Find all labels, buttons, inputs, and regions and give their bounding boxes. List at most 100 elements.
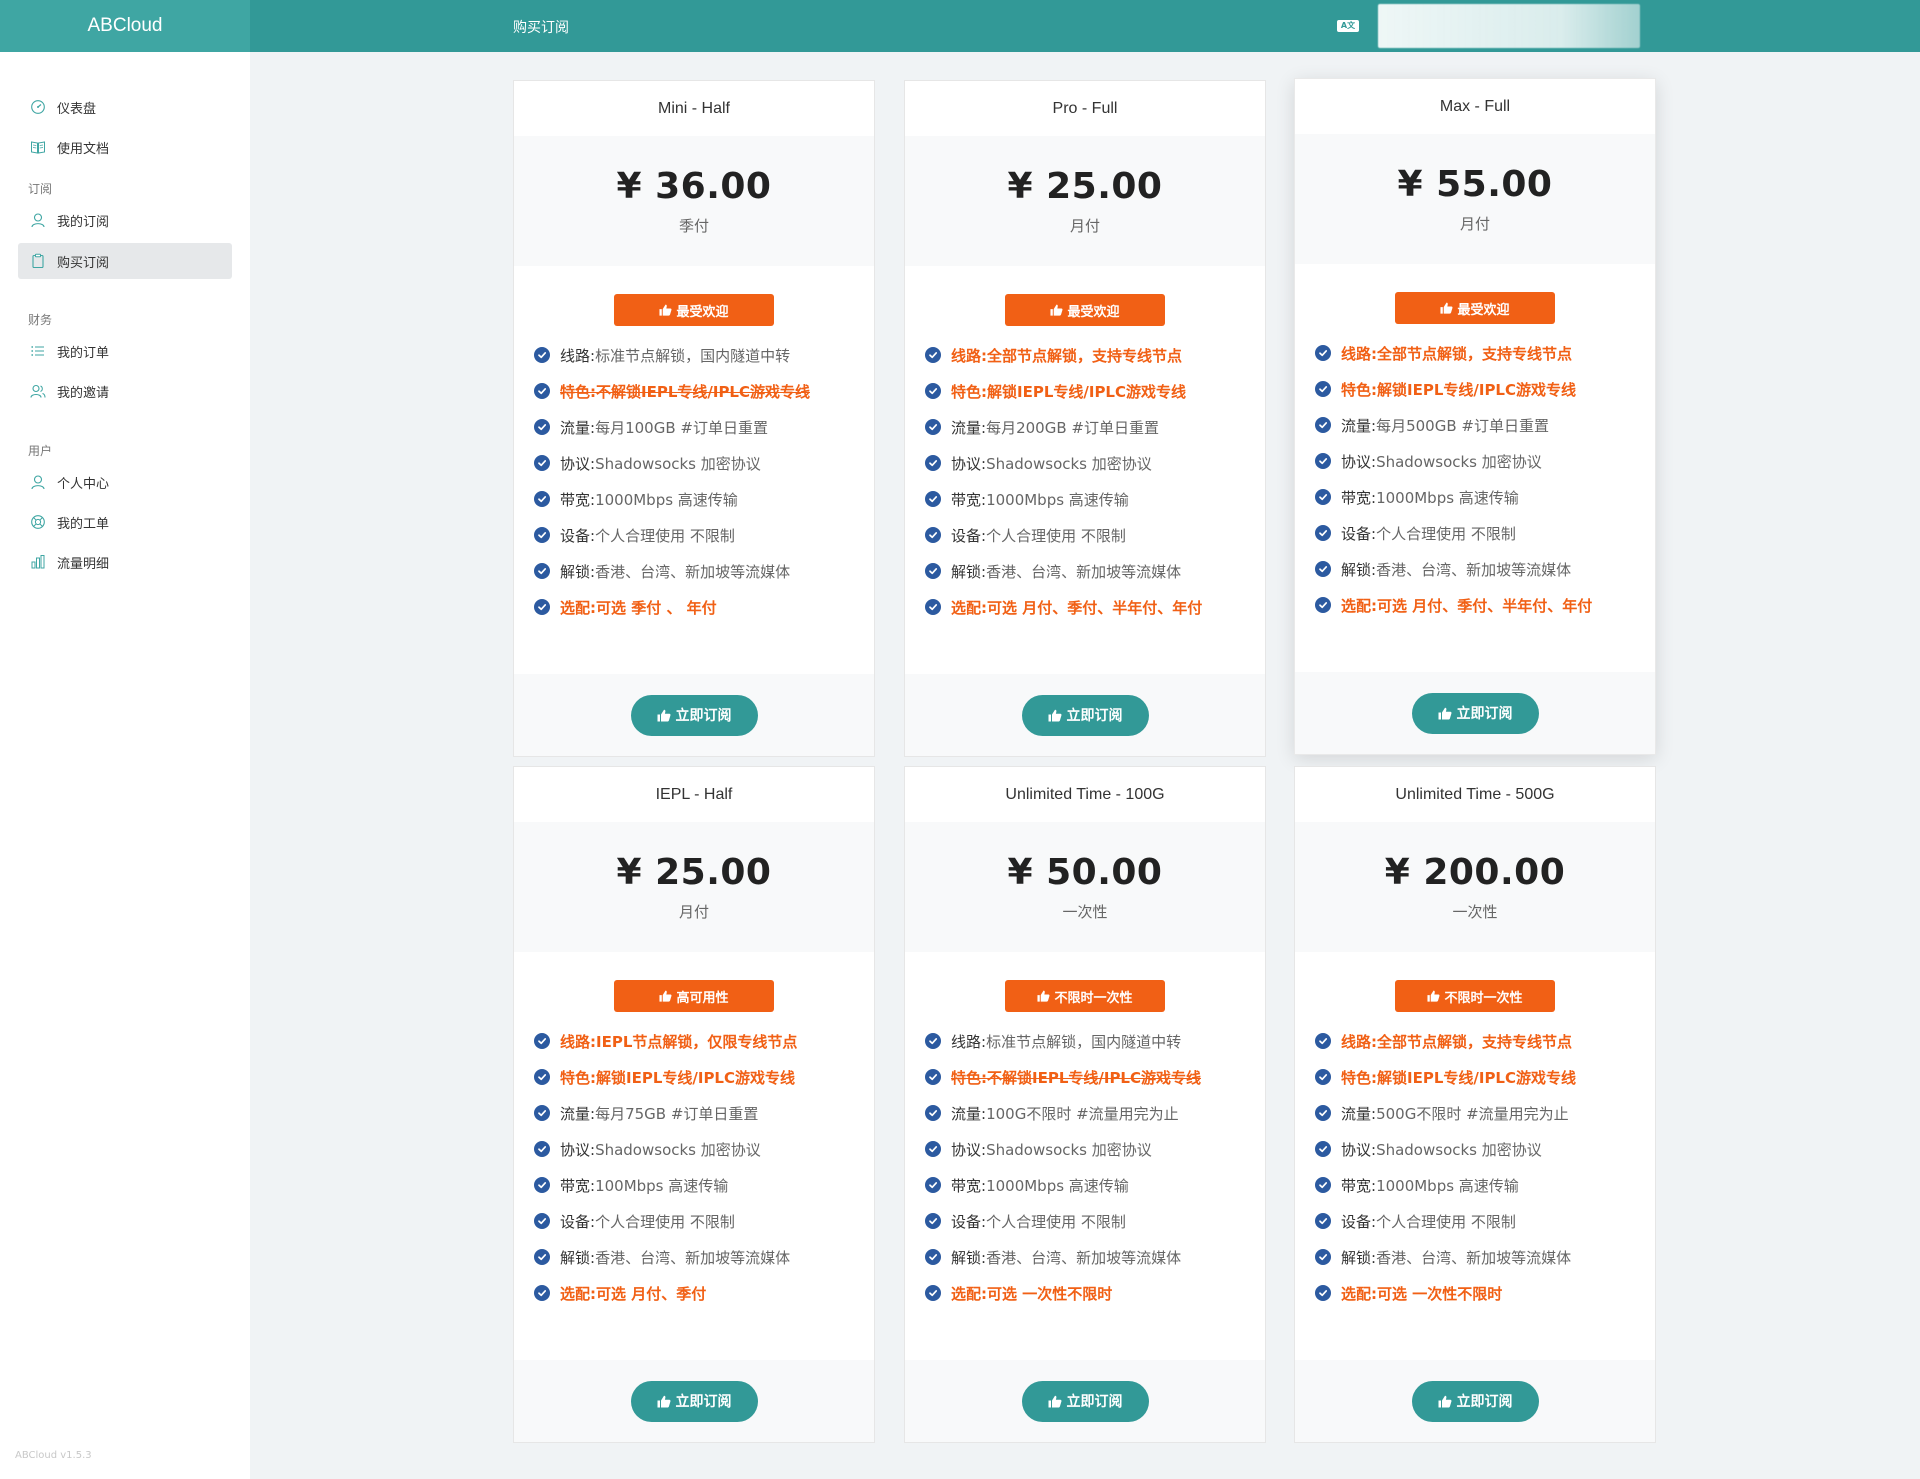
sidebar-item-docs[interactable]: 使用文档: [18, 129, 232, 165]
feature-key: 选配:: [951, 598, 987, 617]
feature-key: 线路:: [951, 1032, 987, 1051]
subscribe-button[interactable]: 立即订阅: [1021, 694, 1149, 736]
feature-value: 个人合理使用 不限制: [1376, 524, 1516, 543]
subscribe-button[interactable]: 立即订阅: [1411, 692, 1539, 734]
feature-item: 解锁: 香港、台湾、新加坡等流媒体: [925, 1239, 1265, 1275]
feature-value: Shadowsocks 加密协议: [986, 1140, 1152, 1159]
price-block: ¥ 36.00 季付: [514, 136, 874, 266]
feature-value: 每月500GB #订单日重置: [1376, 416, 1549, 435]
subscribe-button[interactable]: 立即订阅: [1021, 1380, 1149, 1422]
check-circle-icon: [534, 491, 550, 507]
book-icon: [30, 139, 46, 155]
check-circle-icon: [925, 491, 941, 507]
check-circle-icon: [1315, 1105, 1331, 1121]
sidebar-item-buy-subscription[interactable]: 购买订阅: [18, 243, 232, 279]
feature-item: 带宽: 1000Mbps 高速传输: [534, 481, 874, 517]
badge-label: 不限时一次性: [1444, 990, 1523, 1006]
badge-label: 最受欢迎: [1067, 304, 1120, 320]
language-switch-icon[interactable]: A文: [1337, 20, 1359, 32]
person-icon: [30, 474, 46, 490]
feature-value: Shadowsocks 加密协议: [595, 454, 761, 473]
plan-name: Pro - Full: [1052, 100, 1118, 117]
subscribe-label: 立即订阅: [675, 1394, 732, 1410]
plan-badge: 不限时一次性: [1005, 980, 1165, 1012]
sidebar-item-dashboard[interactable]: 仪表盘: [18, 89, 232, 125]
feature-value: 100G不限时 #流量用完为止: [986, 1104, 1179, 1123]
subscribe-button[interactable]: 立即订阅: [630, 694, 758, 736]
check-circle-icon: [925, 599, 941, 615]
feature-item: 特色: 解锁IEPL专线/IPLC游戏专线: [1315, 371, 1655, 407]
feature-key: 协议:: [1341, 452, 1377, 471]
feature-value: 解锁IEPL专线/IPLC游戏专线: [1377, 1068, 1576, 1087]
check-circle-icon: [534, 527, 550, 543]
feature-value: 标准节点解锁，国内隧道中转: [595, 346, 791, 365]
subscribe-button[interactable]: 立即订阅: [1411, 1380, 1539, 1422]
feature-item: 设备: 个人合理使用 不限制: [925, 1203, 1265, 1239]
feature-item: 选配: 可选 一次性不限时: [1315, 1275, 1655, 1311]
feature-item: 线路: 全部节点解锁，支持专线节点: [1315, 335, 1655, 371]
top-header: ABCloud 购买订阅 A文: [0, 0, 1920, 52]
feature-key: 选配:: [560, 598, 596, 617]
check-circle-icon: [534, 455, 550, 471]
feature-value: 解锁IEPL专线/IPLC游戏专线: [987, 382, 1186, 401]
check-circle-icon: [925, 563, 941, 579]
sidebar-item-my-orders[interactable]: 我的订单: [18, 333, 232, 369]
feature-value: 香港、台湾、新加坡等流媒体: [595, 1248, 791, 1267]
feature-item: 协议: Shadowsocks 加密协议: [534, 445, 874, 481]
feature-value: 解锁IEPL专线/IPLC游戏专线: [1377, 380, 1576, 399]
plan-period: 月付: [1459, 215, 1490, 233]
sidebar-item-label: 我的邀请: [57, 385, 110, 401]
feature-item: 线路: 标准节点解锁，国内隧道中转: [534, 337, 874, 373]
badge-label: 最受欢迎: [1457, 302, 1510, 318]
check-circle-icon: [925, 1069, 941, 1085]
feature-value: 每月75GB #订单日重置: [595, 1104, 759, 1123]
feature-key: 带宽:: [951, 1176, 987, 1195]
feature-item: 线路: IEPL节点解锁，仅限专线节点: [534, 1023, 874, 1059]
users-icon: [30, 383, 46, 399]
subscribe-label: 立即订阅: [1456, 706, 1513, 722]
sidebar-item-label: 使用文档: [57, 141, 110, 157]
feature-list: 线路: 全部节点解锁，支持专线节点 特色: 解锁IEPL专线/IPLC游戏专线 …: [1295, 1012, 1655, 1311]
sidebar-item-my-invites[interactable]: 我的邀请: [18, 373, 232, 409]
feature-item: 协议: Shadowsocks 加密协议: [1315, 443, 1655, 479]
feature-item: 选配: 可选 月付、季付、半年付、年付: [1315, 587, 1655, 623]
card-footer: 立即订阅: [1295, 1360, 1655, 1442]
feature-item: 协议: Shadowsocks 加密协议: [925, 1131, 1265, 1167]
feature-value: 每月200GB #订单日重置: [986, 418, 1159, 437]
subscribe-button[interactable]: 立即订阅: [630, 1380, 758, 1422]
feature-value: 全部节点解锁，支持专线节点: [987, 346, 1183, 365]
plan-period: 月付: [1069, 217, 1100, 235]
thumbs-up-icon: [1438, 1395, 1452, 1408]
check-circle-icon: [1315, 1285, 1331, 1301]
thumbs-up-icon: [659, 990, 672, 1002]
feature-key: 特色:: [951, 1068, 987, 1087]
feature-value: 个人合理使用 不限制: [986, 1212, 1126, 1231]
feature-value: 1000Mbps 高速传输: [1376, 488, 1519, 507]
feature-list: 线路: IEPL节点解锁，仅限专线节点 特色: 解锁IEPL专线/IPLC游戏专…: [514, 1012, 874, 1311]
feature-item: 带宽: 1000Mbps 高速传输: [925, 481, 1265, 517]
thumbs-up-icon: [1050, 304, 1063, 316]
plan-name: Mini - Half: [657, 100, 730, 117]
feature-item: 线路: 全部节点解锁，支持专线节点: [1315, 1023, 1655, 1059]
check-circle-icon: [534, 1033, 550, 1049]
thumbs-up-icon: [1048, 1395, 1062, 1408]
sidebar-item-my-subscription[interactable]: 我的订阅: [18, 202, 232, 238]
sidebar-item-label: 个人中心: [57, 476, 110, 492]
user-account-blurred[interactable]: [1378, 4, 1640, 48]
brand-logo[interactable]: ABCloud: [0, 0, 250, 52]
plan-card-mini-half: Mini - Half ¥ 36.00 季付 最受欢迎 线路: 标准节点解锁，国…: [513, 80, 875, 757]
check-circle-icon: [534, 1177, 550, 1193]
sidebar-item-label: 我的订阅: [57, 214, 110, 230]
sidebar-item-tickets[interactable]: 我的工单: [18, 504, 232, 540]
feature-value: 每月100GB #订单日重置: [595, 418, 768, 437]
feature-value: 标准节点解锁，国内隧道中转: [986, 1032, 1182, 1051]
subscribe-label: 立即订阅: [675, 708, 732, 724]
thumbs-up-icon: [659, 304, 672, 316]
feature-key: 带宽:: [951, 490, 987, 509]
sidebar-item-traffic[interactable]: 流量明细: [18, 544, 232, 580]
plan-name: Unlimited Time - 500G: [1395, 786, 1555, 803]
feature-key: 设备:: [951, 526, 987, 545]
feature-value: IEPL节点解锁，仅限专线节点: [596, 1032, 798, 1051]
sidebar-item-profile[interactable]: 个人中心: [18, 464, 232, 500]
feature-key: 流量:: [560, 1104, 596, 1123]
